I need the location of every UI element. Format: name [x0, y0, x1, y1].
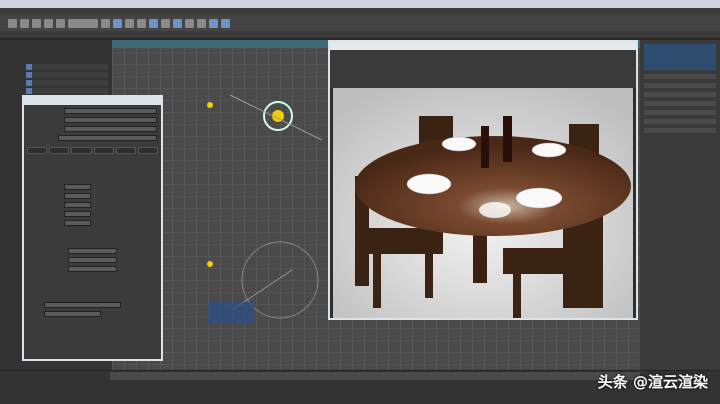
rollout[interactable] — [644, 83, 716, 88]
spinner[interactable] — [68, 257, 117, 263]
rollout[interactable] — [644, 92, 716, 97]
object-list[interactable] — [644, 44, 716, 70]
watermark: 头条 @渲云渲染 — [597, 373, 708, 391]
select-icon[interactable] — [8, 18, 17, 28]
rollout[interactable] — [644, 74, 716, 79]
tab[interactable] — [49, 147, 70, 154]
mirror-icon[interactable] — [125, 18, 134, 28]
align-icon[interactable] — [137, 18, 146, 28]
rollout[interactable] — [644, 128, 716, 133]
render-setup-icon[interactable] — [161, 18, 170, 28]
spinner[interactable] — [64, 193, 91, 199]
spinner[interactable] — [64, 211, 91, 217]
dropdown[interactable] — [44, 302, 121, 308]
tab[interactable] — [71, 147, 92, 154]
spinner[interactable] — [64, 202, 91, 208]
main-toolbar — [0, 15, 720, 31]
material-editor-icon[interactable] — [149, 18, 158, 28]
time-slider[interactable] — [110, 372, 640, 380]
dining-table-render — [333, 88, 633, 318]
target-dropdown[interactable] — [64, 108, 157, 114]
renderer-dropdown[interactable] — [64, 126, 157, 132]
rollout[interactable] — [644, 110, 716, 115]
spinner[interactable] — [68, 266, 117, 272]
render-tabs — [27, 147, 159, 154]
ribbon — [0, 31, 720, 39]
tab[interactable] — [137, 147, 159, 154]
render-setup-dialog — [22, 95, 163, 361]
view-dropdown[interactable] — [58, 135, 157, 141]
command-panel — [640, 40, 720, 370]
list-item[interactable] — [26, 72, 108, 78]
move-icon[interactable] — [32, 18, 41, 28]
list-item[interactable] — [26, 64, 108, 70]
preset-dropdown[interactable] — [64, 117, 157, 123]
menu-bar[interactable] — [0, 8, 720, 15]
scale-icon[interactable] — [56, 18, 65, 28]
rotate-icon[interactable] — [44, 18, 53, 28]
tab[interactable] — [115, 147, 136, 154]
tab[interactable] — [93, 147, 114, 154]
render-frame-icon[interactable] — [173, 18, 182, 28]
light-icon[interactable] — [209, 18, 218, 28]
render-icon[interactable] — [185, 18, 194, 28]
rendered-image — [333, 88, 633, 318]
selection-filter-dropdown[interactable] — [68, 18, 98, 28]
spinner[interactable] — [64, 184, 91, 190]
list-item[interactable] — [26, 80, 108, 86]
camera-icon — [208, 302, 254, 324]
window-title-bar — [0, 0, 720, 8]
camera-icon[interactable] — [221, 18, 230, 28]
teapot-icon[interactable] — [197, 18, 206, 28]
spinner[interactable] — [64, 220, 91, 226]
link-icon[interactable] — [20, 18, 29, 28]
spinner[interactable] — [68, 248, 117, 254]
dialog-title-bar — [24, 97, 161, 105]
list-item[interactable] — [26, 88, 108, 94]
rollout[interactable] — [644, 101, 716, 106]
snap-icon[interactable] — [101, 18, 110, 28]
dropdown[interactable] — [44, 311, 101, 317]
frame-buffer-title-bar — [330, 42, 636, 50]
frame-buffer-toolbar — [330, 50, 636, 88]
angle-snap-icon[interactable] — [113, 18, 122, 28]
tab[interactable] — [27, 147, 48, 154]
rollout[interactable] — [644, 119, 716, 124]
